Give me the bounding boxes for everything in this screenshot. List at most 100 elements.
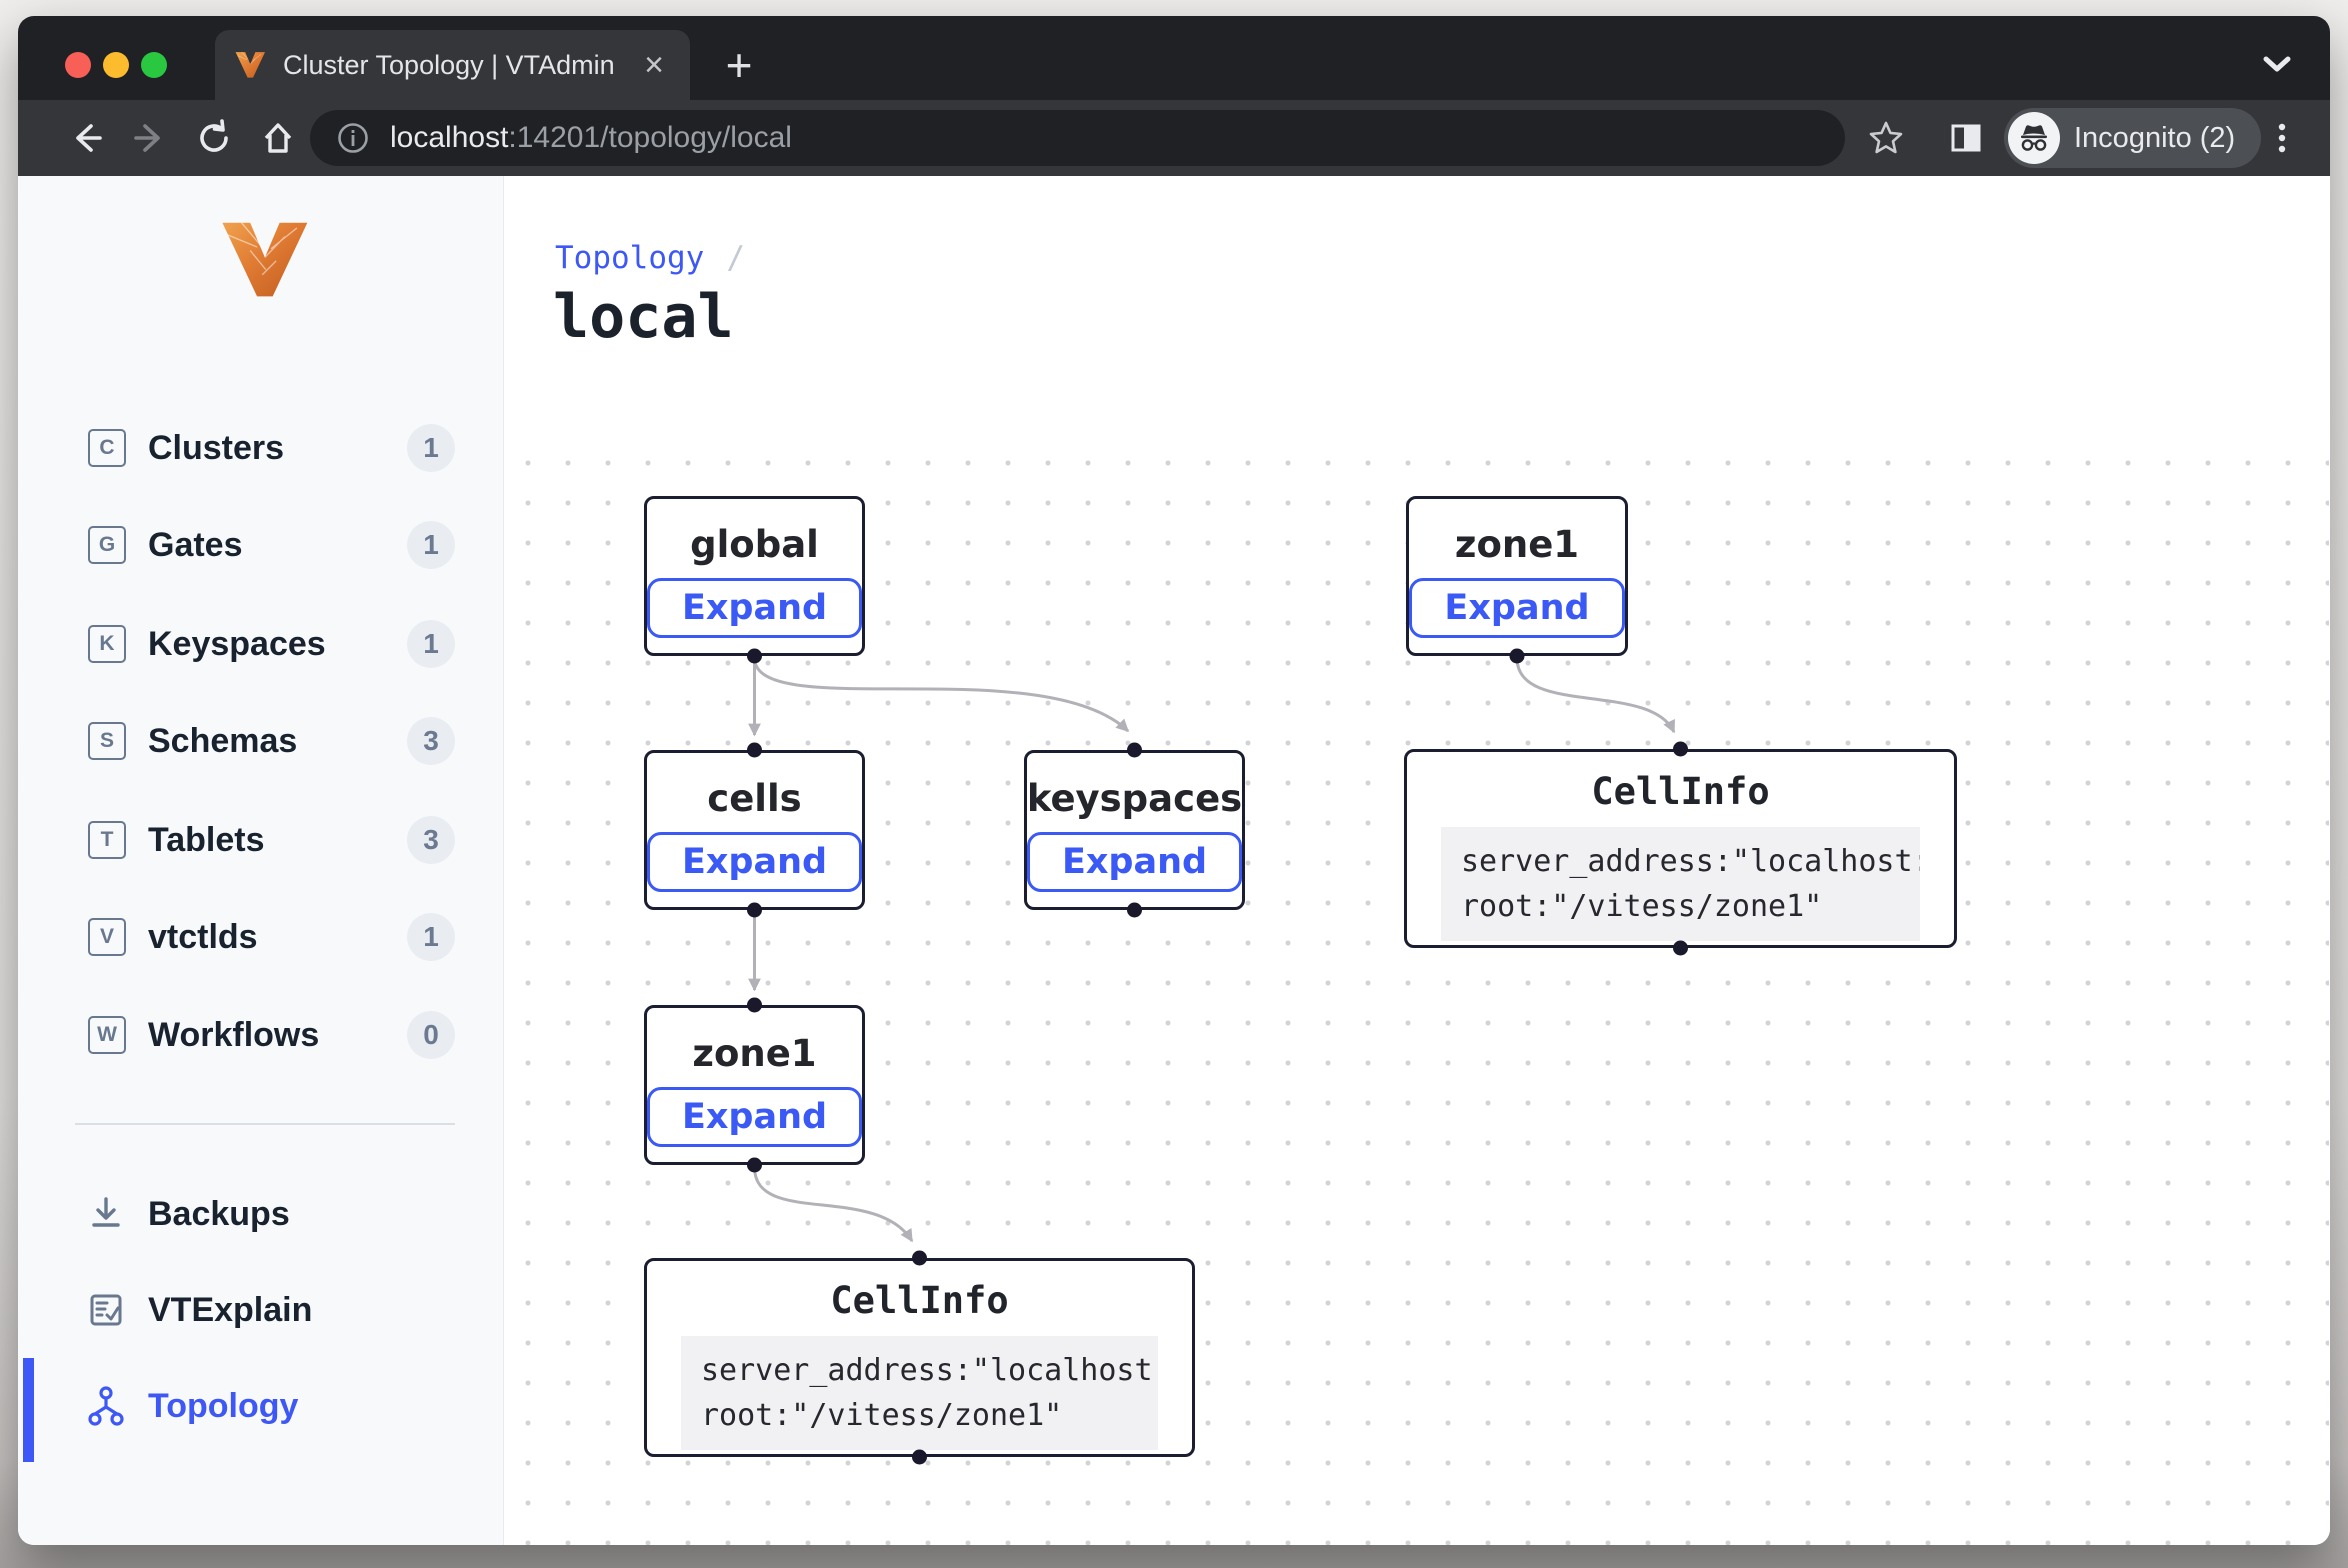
count-badge: 1 (407, 913, 455, 961)
sidebar-item-topology[interactable]: Topology (18, 1374, 503, 1438)
node-cellinfo-bottom[interactable]: CellInfo server_address:"localhost:2379"… (644, 1258, 1195, 1457)
sidebar-item-keyspaces[interactable]: K Keyspaces 1 (18, 612, 503, 676)
bookmark-star-icon[interactable] (1866, 118, 1906, 158)
sidebar-item-label: Topology (148, 1387, 298, 1426)
forward-icon[interactable] (130, 118, 170, 158)
sidebar-item-label: Clusters (148, 429, 284, 468)
sidebar-divider (75, 1123, 455, 1125)
active-item-indicator (23, 1358, 34, 1462)
main-panel: Topology / local (504, 176, 2330, 1545)
expand-button[interactable]: Expand (647, 832, 862, 892)
new-tab-button[interactable]: + (712, 38, 766, 92)
sidebar-item-label: Workflows (148, 1016, 319, 1055)
cellinfo-code: server_address:"localhost:2379" root:"/v… (681, 1336, 1158, 1450)
node-label: zone1 (1455, 523, 1579, 566)
profile-badge[interactable]: Incognito (2) (2004, 108, 2261, 168)
node-cells[interactable]: cells Expand (644, 750, 865, 910)
gates-letter-icon: G (88, 526, 126, 564)
tab-search-chevron-icon[interactable] (2260, 52, 2294, 81)
vtctlds-letter-icon: V (88, 918, 126, 956)
back-icon[interactable] (66, 118, 106, 158)
close-window-button[interactable] (65, 52, 91, 78)
sidebar-item-label: Backups (148, 1195, 290, 1234)
sidebar-item-clusters[interactable]: C Clusters 1 (18, 416, 503, 480)
count-badge: 1 (407, 424, 455, 472)
sidebar-item-workflows[interactable]: W Workflows 0 (18, 1003, 503, 1067)
zoom-window-button[interactable] (141, 52, 167, 78)
breadcrumb: Topology / (555, 240, 745, 276)
cellinfo-title: CellInfo (1591, 770, 1769, 813)
breadcrumb-separator: / (726, 240, 745, 276)
browser-window: Cluster Topology | VTAdmin × + localhost… (18, 16, 2330, 1545)
node-global[interactable]: global Expand (644, 496, 865, 656)
node-label: global (690, 523, 819, 566)
clusters-letter-icon: C (88, 429, 126, 467)
count-badge: 0 (407, 1011, 455, 1059)
incognito-label: Incognito (2) (2074, 122, 2235, 155)
sidebar: C Clusters 1 G Gates 1 K Keyspaces 1 S S… (18, 176, 504, 1545)
cellinfo-code: server_address:"localhost:2379" root:"/v… (1441, 827, 1920, 941)
node-zone1-bottom[interactable]: zone1 Expand (644, 1005, 865, 1165)
breadcrumb-topology-link[interactable]: Topology (555, 240, 704, 276)
traffic-lights (65, 52, 167, 78)
sidebar-item-label: vtctlds (148, 918, 258, 957)
node-keyspaces[interactable]: keyspaces Expand (1024, 750, 1245, 910)
expand-button[interactable]: Expand (1027, 832, 1242, 892)
sidebar-item-label: Schemas (148, 722, 297, 761)
vitess-favicon (235, 50, 265, 80)
cellinfo-title: CellInfo (830, 1279, 1008, 1322)
sidebar-item-label: Tablets (148, 821, 265, 860)
schemas-letter-icon: S (88, 722, 126, 760)
expand-button[interactable]: Expand (647, 578, 862, 638)
page-title: local (553, 282, 734, 352)
tab-title: Cluster Topology | VTAdmin (283, 50, 630, 81)
home-icon[interactable] (258, 118, 298, 158)
cellinfo-line: server_address:"localhost:2379" (701, 1348, 1138, 1393)
sidebar-item-label: Gates (148, 526, 243, 565)
sidebar-item-vtexplain[interactable]: VTExplain (18, 1278, 503, 1342)
cellinfo-line: root:"/vitess/zone1" (701, 1393, 1138, 1438)
sidebar-item-vtctlds[interactable]: V vtctlds 1 (18, 905, 503, 969)
minimize-window-button[interactable] (103, 52, 129, 78)
incognito-icon (2008, 112, 2060, 164)
cellinfo-line: server_address:"localhost:2379" (1461, 839, 1900, 884)
tab-close-icon[interactable]: × (638, 48, 670, 82)
node-label: cells (707, 777, 801, 820)
site-info-icon[interactable] (336, 121, 370, 155)
cellinfo-line: root:"/vitess/zone1" (1461, 884, 1900, 929)
count-badge: 1 (407, 521, 455, 569)
url-host: localhost (390, 121, 508, 155)
menu-dots-icon[interactable] (2262, 118, 2302, 158)
tab-strip: Cluster Topology | VTAdmin × + (18, 16, 2330, 100)
node-label: keyspaces (1027, 777, 1242, 820)
node-zone1-top[interactable]: zone1 Expand (1406, 496, 1628, 656)
document-check-icon (84, 1288, 128, 1332)
count-badge: 1 (407, 620, 455, 668)
expand-button[interactable]: Expand (647, 1087, 862, 1147)
browser-tab[interactable]: Cluster Topology | VTAdmin × (215, 30, 690, 100)
count-badge: 3 (407, 717, 455, 765)
reload-icon[interactable] (194, 118, 234, 158)
side-panel-icon[interactable] (1946, 118, 1986, 158)
sidebar-item-label: VTExplain (148, 1291, 312, 1330)
count-badge: 3 (407, 816, 455, 864)
download-icon (84, 1192, 128, 1236)
node-label: zone1 (692, 1032, 816, 1075)
expand-button[interactable]: Expand (1409, 578, 1624, 638)
sidebar-item-schemas[interactable]: S Schemas 3 (18, 709, 503, 773)
node-cellinfo-right[interactable]: CellInfo server_address:"localhost:2379"… (1404, 749, 1957, 948)
page-content: C Clusters 1 G Gates 1 K Keyspaces 1 S S… (18, 176, 2330, 1545)
url-path: :14201/topology/local (508, 121, 792, 155)
sidebar-item-backups[interactable]: Backups (18, 1182, 503, 1246)
topology-graph-icon (84, 1384, 128, 1428)
keyspaces-letter-icon: K (88, 625, 126, 663)
vitess-logo (220, 221, 308, 304)
topology-canvas[interactable]: global Expand zone1 Expand cells Expand … (504, 455, 2329, 1545)
browser-toolbar: localhost:14201/topology/local Incognito… (18, 100, 2330, 176)
workflows-letter-icon: W (88, 1016, 126, 1054)
sidebar-item-label: Keyspaces (148, 625, 326, 664)
tablets-letter-icon: T (88, 821, 126, 859)
url-bar[interactable]: localhost:14201/topology/local (310, 110, 1845, 166)
sidebar-item-gates[interactable]: G Gates 1 (18, 513, 503, 577)
sidebar-item-tablets[interactable]: T Tablets 3 (18, 808, 503, 872)
